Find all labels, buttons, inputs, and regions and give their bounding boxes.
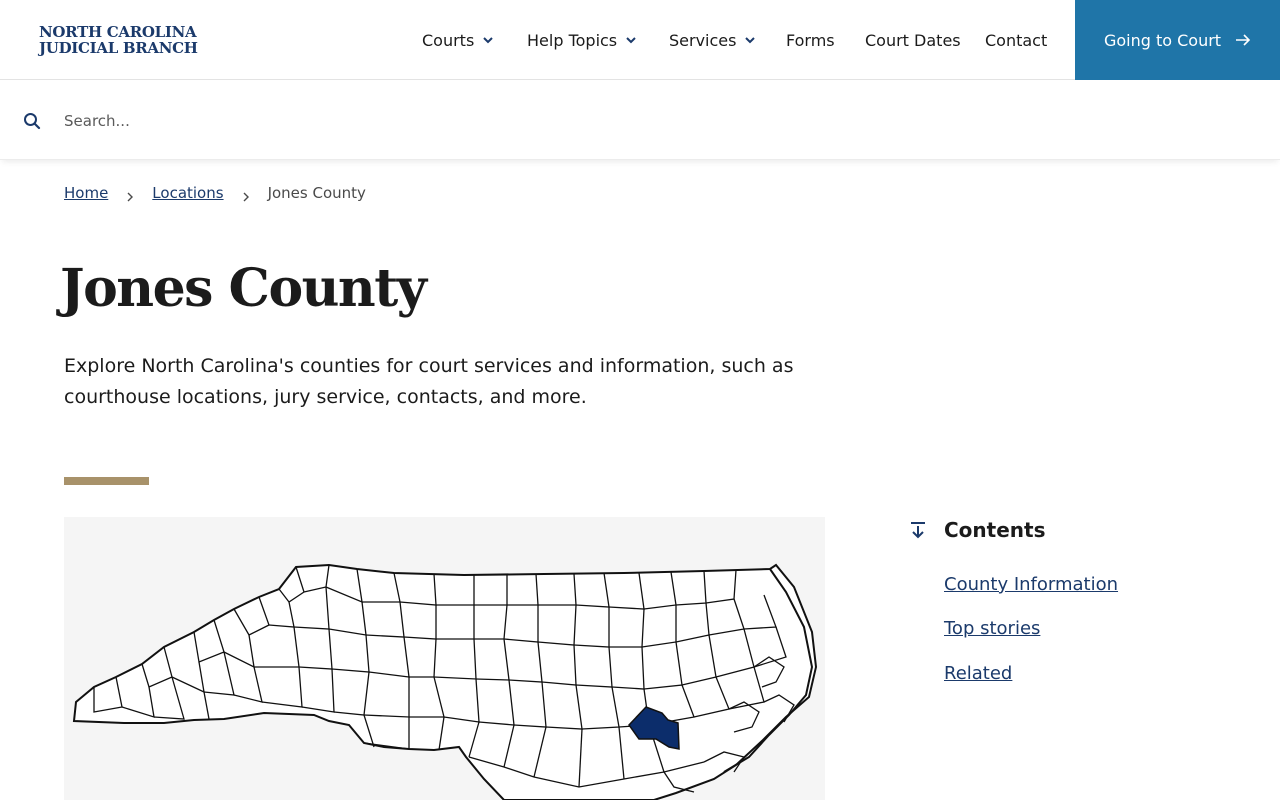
search-input[interactable] <box>64 106 1244 136</box>
contents-item: Top stories <box>944 607 1228 652</box>
nav-court-dates[interactable]: Court Dates <box>865 0 961 80</box>
search-bar <box>0 81 1280 160</box>
nav-court-dates-label: Court Dates <box>865 30 961 50</box>
contents-title: Contents <box>944 518 1046 542</box>
chevron-right-icon <box>242 188 250 202</box>
contents-link-top-stories[interactable]: Top stories <box>944 618 1040 639</box>
nav-contact-label: Contact <box>985 30 1048 50</box>
nav-courts[interactable]: Courts <box>422 0 494 80</box>
arrow-down-to-line-icon <box>908 520 928 540</box>
contents-link-county-information[interactable]: County Information <box>944 574 1118 595</box>
nav-forms-label: Forms <box>786 30 835 50</box>
arrow-right-icon <box>1235 33 1251 47</box>
logo-line-1: NORTH CAROLINA <box>39 23 197 41</box>
nav-forms[interactable]: Forms <box>786 0 835 80</box>
contents-link-related[interactable]: Related <box>944 663 1012 684</box>
going-to-court-button[interactable]: Going to Court <box>1075 0 1280 80</box>
breadcrumb-locations-link[interactable]: Locations <box>152 184 223 202</box>
contents-list: County Information Top stories Related <box>944 562 1228 696</box>
county-map <box>64 517 825 800</box>
contents-panel: Contents County Information Top stories … <box>908 516 1228 696</box>
chevron-right-icon <box>126 188 134 202</box>
state-outline <box>72 563 818 800</box>
breadcrumb-home-link[interactable]: Home <box>64 184 108 202</box>
nav-courts-label: Courts <box>422 30 475 50</box>
nav-services-label: Services <box>669 30 737 50</box>
contents-header: Contents <box>908 516 1228 544</box>
contents-item: Related <box>944 651 1228 696</box>
site-logo[interactable]: NORTH CAROLINA JUDICIAL BRANCH <box>39 24 198 56</box>
page-title: Jones County <box>60 258 427 319</box>
page-intro: Explore North Carolina's counties for co… <box>64 355 794 408</box>
chevron-down-icon <box>482 34 494 46</box>
site-header: NORTH CAROLINA JUDICIAL BRANCH Courts He… <box>0 0 1280 80</box>
chevron-down-icon <box>625 34 637 46</box>
nav-contact[interactable]: Contact <box>985 0 1047 80</box>
nc-county-map-svg <box>72 563 818 800</box>
nav-help-topics[interactable]: Help Topics <box>527 0 637 80</box>
logo-line-2: JUDICIAL BRANCH <box>39 39 198 57</box>
contents-item: County Information <box>944 562 1228 607</box>
search-icon[interactable] <box>23 112 41 130</box>
breadcrumb-current: Jones County <box>267 184 366 202</box>
breadcrumb: Home Locations Jones County <box>64 183 366 203</box>
nav-services[interactable]: Services <box>669 0 756 80</box>
accent-divider <box>64 477 149 485</box>
nav-help-topics-label: Help Topics <box>527 30 618 50</box>
chevron-down-icon <box>744 34 756 46</box>
going-to-court-label: Going to Court <box>1103 30 1222 50</box>
